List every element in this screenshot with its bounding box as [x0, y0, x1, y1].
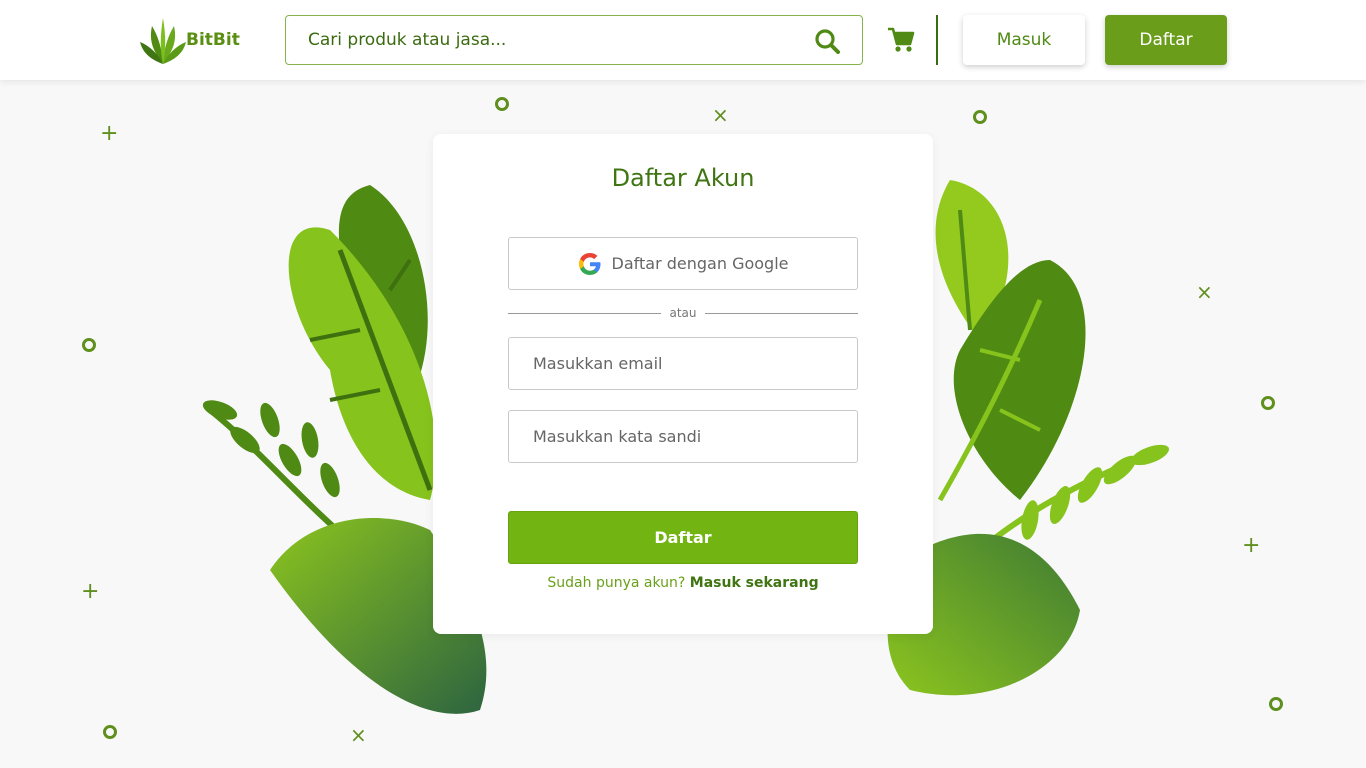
have-account-text: Sudah punya akun? [547, 575, 686, 591]
decor-ring [82, 338, 96, 352]
brand-name: BitBit [186, 30, 240, 50]
search-icon[interactable] [814, 28, 840, 54]
login-now-link[interactable]: Masuk sekarang [690, 575, 819, 591]
decor-ring [973, 110, 987, 124]
register-submit-button[interactable]: Daftar [508, 511, 858, 564]
register-card: Daftar Akun Daftar dengan Google atau Da… [433, 134, 933, 634]
decor-cross-icon: × [712, 103, 729, 127]
decor-plus-icon: + [100, 121, 119, 146]
decor-plus-icon: + [81, 579, 100, 604]
form-title: Daftar Akun [611, 164, 755, 192]
search-input[interactable] [308, 16, 798, 64]
header-divider [936, 15, 938, 65]
google-icon [578, 252, 601, 275]
google-signup-button[interactable]: Daftar dengan Google [508, 237, 858, 290]
or-divider: atau [508, 304, 858, 324]
decor-cross-icon: × [350, 723, 367, 747]
leaf-logo-icon [140, 18, 186, 64]
decor-ring [1261, 396, 1275, 410]
decor-ring [103, 725, 117, 739]
register-button[interactable]: Daftar [1105, 15, 1227, 65]
divider-line [705, 313, 858, 314]
cart-icon[interactable] [886, 26, 916, 54]
login-prompt: Sudah punya akun? Masuk sekarang [433, 575, 933, 591]
password-field[interactable] [508, 410, 858, 463]
search-bar [285, 15, 863, 65]
google-signup-label: Daftar dengan Google [611, 254, 789, 273]
decor-plus-icon: + [1242, 533, 1261, 558]
decor-ring [1269, 697, 1283, 711]
decor-cross-icon: × [1196, 280, 1213, 304]
brand-logo[interactable]: BitBit [138, 14, 248, 66]
top-navbar: BitBit Masuk Daftar [0, 0, 1366, 80]
email-field[interactable] [508, 337, 858, 390]
login-button[interactable]: Masuk [963, 15, 1085, 65]
decor-ring [495, 97, 509, 111]
